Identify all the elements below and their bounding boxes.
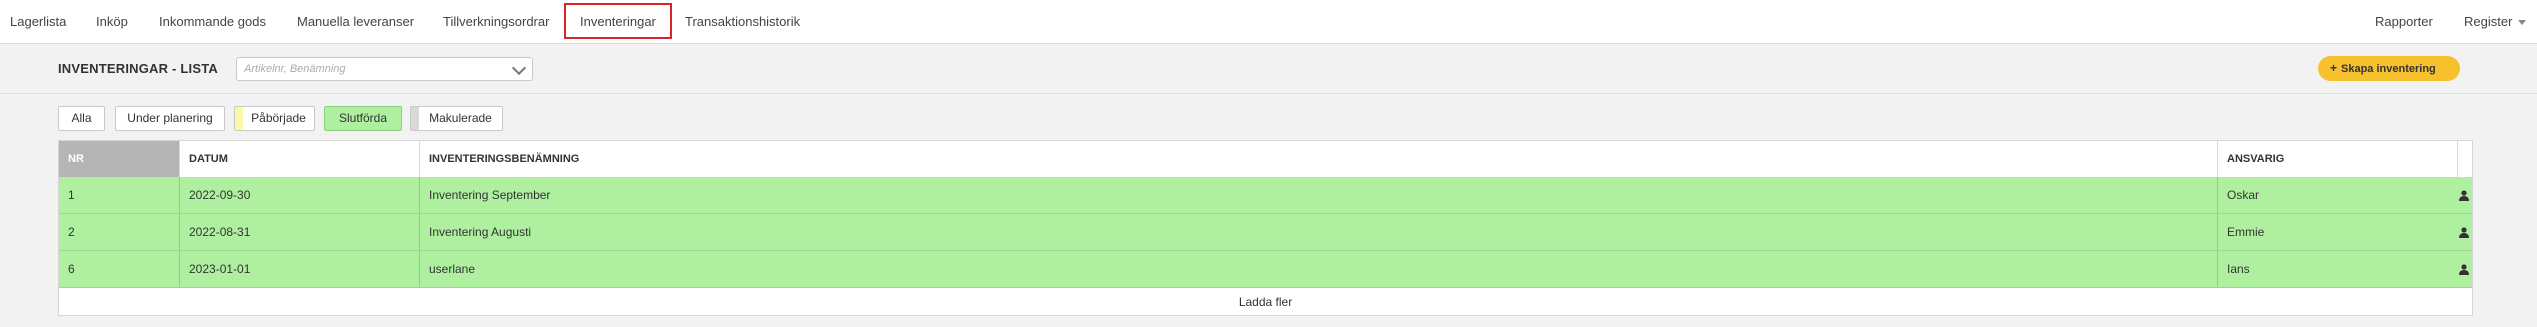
nav-tillverkningsordrar[interactable]: Tillverkningsordrar (443, 0, 549, 43)
filter-paborjade-label: Påbörjade (251, 111, 306, 125)
table-row[interactable]: 6 2023-01-01 userlane Ians (59, 251, 2472, 288)
cell-date: 2023-01-01 (179, 251, 419, 287)
table-header: NR DATUM INVENTERINGSBENÄMNING ANSVARIG (59, 141, 2472, 179)
load-more-button[interactable]: Ladda fler (59, 289, 2472, 315)
nav-lagerlista[interactable]: Lagerlista (10, 0, 66, 43)
cell-date: 2022-09-30 (179, 177, 419, 213)
cell-nr: 6 (68, 262, 75, 276)
caret-down-icon (2518, 20, 2527, 26)
cell-name: Inventering September (419, 177, 2217, 213)
column-benamning[interactable]: INVENTERINGSBENÄMNING (419, 141, 2217, 177)
filter-paborjade[interactable]: Påbörjade (234, 106, 315, 131)
cell-responsible: Ians (2217, 251, 2472, 287)
filter-makulerade[interactable]: Makulerade (410, 106, 503, 131)
column-nr[interactable]: NR (59, 141, 179, 177)
cell-responsible: Oskar (2217, 177, 2472, 213)
nav-manuella-leveranser[interactable]: Manuella leveranser (297, 0, 414, 43)
filter-under-planering[interactable]: Under planering (115, 106, 225, 131)
user-icon[interactable] (2459, 264, 2469, 275)
filter-alla[interactable]: Alla (58, 106, 105, 131)
status-swatch-yellow (235, 107, 243, 130)
cell-responsible: Emmie (2217, 214, 2472, 250)
nav-inkop[interactable]: Inköp (96, 0, 128, 43)
nav-register-label: Register (2464, 14, 2513, 29)
column-datum[interactable]: DATUM (179, 141, 419, 177)
nav-inventeringar[interactable]: Inventeringar (564, 3, 672, 39)
table-row[interactable]: 1 2022-09-30 Inventering September Oskar (59, 177, 2472, 214)
cell-name: userlane (419, 251, 2217, 287)
page-title: INVENTERINGAR - LISTA (58, 61, 218, 76)
user-icon[interactable] (2459, 190, 2469, 201)
nav-rapporter[interactable]: Rapporter (2375, 0, 2433, 43)
inventory-table: NR DATUM INVENTERINGSBENÄMNING ANSVARIG … (58, 140, 2473, 316)
search-input[interactable] (237, 58, 504, 80)
create-inventory-label: Skapa inventering (2341, 63, 2436, 75)
chevron-down-icon[interactable] (511, 60, 527, 76)
column-ansvarig[interactable]: ANSVARIG (2217, 141, 2457, 177)
page-header: INVENTERINGAR - LISTA (0, 44, 2537, 94)
filter-slutforda[interactable]: Slutförda (324, 106, 402, 131)
nav-transaktionshistorik[interactable]: Transaktionshistorik (685, 0, 800, 43)
cell-nr: 1 (68, 188, 75, 202)
column-actions (2457, 141, 2472, 177)
cell-date: 2022-08-31 (179, 214, 419, 250)
user-icon[interactable] (2459, 227, 2469, 238)
filter-makulerade-label: Makulerade (429, 111, 492, 125)
nav-inkommande-gods[interactable]: Inkommande gods (159, 0, 266, 43)
cell-nr: 2 (68, 225, 75, 239)
article-search[interactable] (236, 57, 533, 81)
nav-register[interactable]: Register (2464, 0, 2527, 43)
cell-name: Inventering Augusti (419, 214, 2217, 250)
plus-icon: + (2330, 61, 2338, 75)
create-inventory-button[interactable]: + Skapa inventering (2318, 56, 2460, 81)
status-swatch-gray (411, 107, 419, 130)
top-navigation: Lagerlista Inköp Inkommande gods Manuell… (0, 0, 2537, 44)
table-row[interactable]: 2 2022-08-31 Inventering Augusti Emmie (59, 214, 2472, 251)
